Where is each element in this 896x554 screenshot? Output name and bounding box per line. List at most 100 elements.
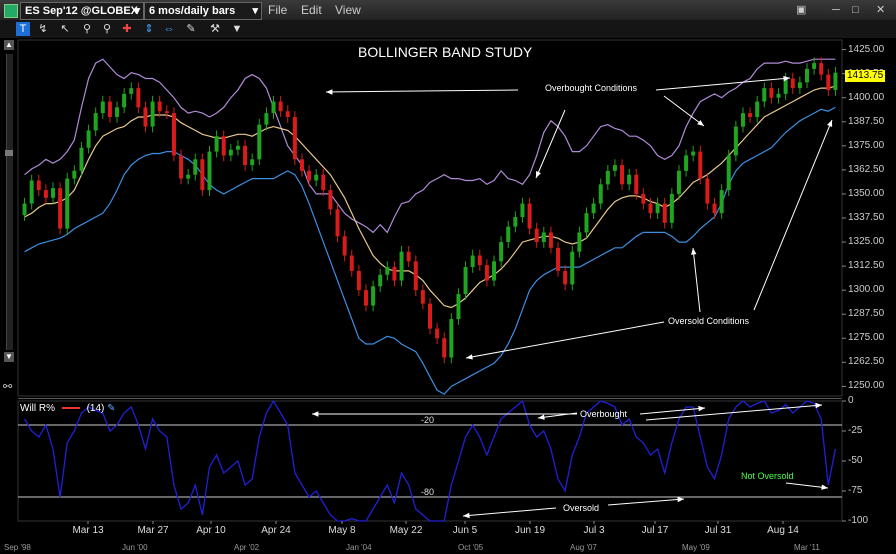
candle-body [506,226,511,243]
indicator-swatch [61,407,80,410]
candle-body [86,130,91,148]
oversold-arrow-2 [692,247,701,313]
x-axis-label: Jul 17 [641,525,669,536]
candle-body [705,178,710,204]
willr-tick-label: -25 [848,425,863,436]
year-axis-label: Apr '02 [234,543,260,552]
candle-body [307,170,312,181]
candle-body [499,242,504,262]
wr-overbought-arrow-1-head [312,411,319,417]
x-axis-label: Jun 5 [452,525,478,536]
candle-body [285,111,290,117]
candle-body [100,101,105,114]
lower-bollinger-band [24,106,836,395]
x-axis-label: Jul 3 [583,525,605,536]
candle-body [698,151,703,179]
candle-body [22,203,27,216]
willr-tick-label: -75 [848,485,863,496]
candle-body [797,82,802,89]
candle-body [442,338,447,358]
price-tick-label: 1400.00 [848,91,885,103]
candle-body [371,286,376,306]
candle-body [527,203,532,229]
candle-body [150,101,155,127]
candle-body [143,107,148,127]
candle-body [520,203,525,218]
oversold-label: Oversold [563,503,600,513]
candle-body [292,116,297,160]
candle-body [456,294,461,320]
candle-body [299,159,304,171]
price-tick-label: 1275.00 [848,332,885,344]
candle-body [107,101,112,117]
candle-body [406,251,411,262]
candle-body [413,261,418,291]
indicator-param: (14) [86,403,105,414]
candle-body [634,174,639,194]
candle-body [129,88,134,94]
candle-body [790,78,795,89]
x-axis-label: Jul 31 [704,525,732,536]
candle-body [342,236,347,256]
candle-body [627,174,632,185]
year-axis-label: Aug '07 [570,543,597,552]
price-tick-label: 1337.50 [848,212,885,223]
candle-body [314,174,319,181]
candle-body [463,267,468,295]
price-tick-label: 1325.00 [848,236,885,248]
oversold-arrow-3 [753,119,833,311]
year-axis-label: May '09 [682,543,710,552]
candle-body [776,93,781,98]
candle-body [612,165,617,171]
overbought-conditions-label: Overbought Conditions [545,83,638,93]
willr-tick-label: -100 [848,515,869,526]
x-axis-label: Apr 10 [196,525,226,536]
candle-body [65,178,70,229]
candle-body [556,247,561,271]
overbought-arrow-4 [663,95,705,127]
candle-body [115,107,120,117]
price-tick-label: 1387.50 [848,115,885,127]
x-axis-label: Jun 19 [514,525,546,536]
price-tick-label: 1362.50 [848,163,885,175]
candle-body [584,213,589,233]
indicator-settings-icon[interactable]: ✎ [107,403,115,414]
not-oversold-label: Not Oversold [741,471,794,481]
candle-body [620,165,625,185]
candle-body [477,255,482,266]
wr-oversold-arrow-2 [607,498,685,506]
candle-body [598,184,603,204]
candle-body [271,101,276,114]
candle-body [662,203,667,223]
candle-body [228,149,233,156]
candle-body [641,193,646,204]
wr-not-oversold-arrow-head [821,484,828,490]
oversold-arrow-2-head [691,248,697,255]
candle-body [200,159,205,191]
candle-body [449,319,454,358]
x-axis-label: May 22 [389,525,423,536]
candle-body [534,228,539,243]
candle-body [385,267,390,275]
candle-body [726,155,731,191]
candle-body [43,190,48,198]
candle-body [577,232,582,252]
candle-body [36,180,41,191]
candle-body [570,251,575,285]
candle-body [470,255,475,268]
candle-body [719,190,724,214]
candle-body [122,93,127,108]
x-axis-label: May 8 [328,525,356,536]
year-axis-label: Sep '98 [4,543,31,552]
candle-body [428,303,432,329]
candle-body [748,113,753,117]
x-axis-label: Mar 27 [137,525,169,536]
wr-oversold-arrow-2-head [677,496,684,503]
candle-body [171,113,176,156]
x-axis-label: Apr 24 [261,525,291,536]
price-tick-label: 1287.50 [848,308,885,320]
candle-body [541,232,546,243]
candle-body [691,151,696,156]
wr-overbought-arrow-4 [645,404,823,421]
wr-overbought-arrow-3-head [698,405,705,412]
